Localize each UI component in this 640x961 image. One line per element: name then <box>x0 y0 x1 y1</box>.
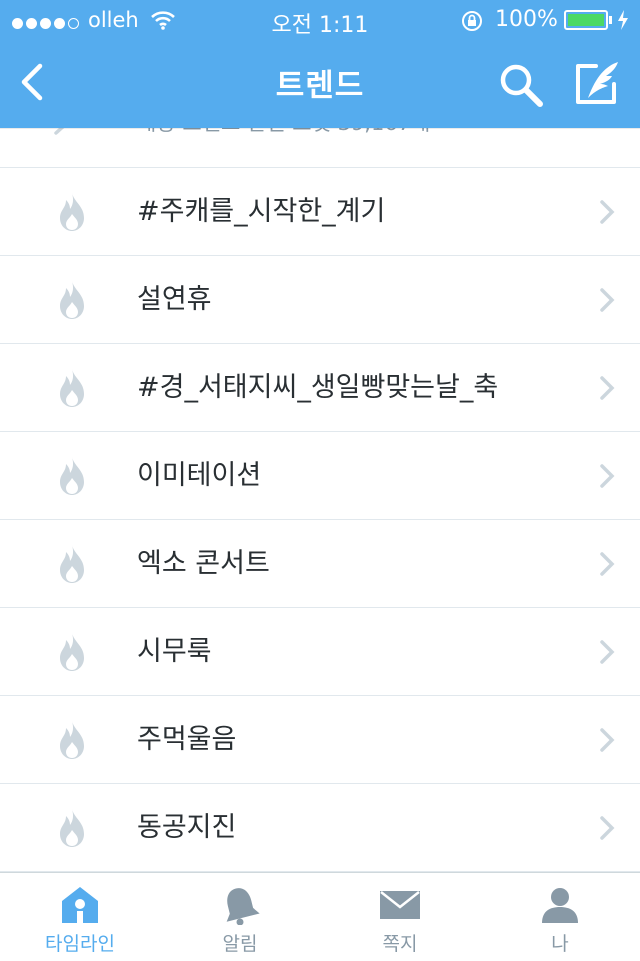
chevron-right-icon <box>600 816 615 840</box>
flame-icon <box>60 281 84 319</box>
compose-tweet-icon[interactable] <box>572 58 624 110</box>
flame-icon <box>60 809 84 847</box>
battery-icon <box>564 10 608 30</box>
tab-notifications[interactable]: 알림 <box>160 873 320 961</box>
tab-label: 알림 <box>222 933 258 955</box>
tab-bar: 타임라인 알림 쪽지 나 <box>0 872 640 960</box>
tab-label: 쪽지 <box>382 933 418 955</box>
trends-list: 해당 트렌드 관련 트윗 39,167개 #주캐를_시작한_계기설연휴#경_서태… <box>0 80 640 872</box>
trend-row[interactable]: 설연휴 <box>0 256 640 344</box>
search-icon[interactable] <box>496 60 548 112</box>
flame-icon <box>60 193 84 231</box>
chevron-right-icon <box>600 376 615 400</box>
battery-nub <box>609 16 612 24</box>
trend-row[interactable]: 시무룩 <box>0 608 640 696</box>
flame-icon <box>60 633 84 671</box>
trend-label: 이미테이션 <box>137 460 262 491</box>
header: olleh 오전 1:11 100% 트렌드 <box>0 0 640 128</box>
tab-timeline[interactable]: 타임라인 <box>0 873 160 961</box>
trend-label: 동공지진 <box>137 812 237 843</box>
chevron-right-icon <box>600 552 615 576</box>
trend-label: #주캐를_시작한_계기 <box>137 196 386 227</box>
battery-percent: 100% <box>495 7 558 32</box>
flame-icon <box>60 369 84 407</box>
chevron-right-icon <box>600 288 615 312</box>
rotation-lock-icon <box>462 11 482 31</box>
person-icon <box>542 888 578 923</box>
flame-icon <box>60 721 84 759</box>
tab-label: 나 <box>551 933 569 955</box>
chevron-right-icon <box>600 200 615 224</box>
flame-icon <box>60 457 84 495</box>
status-bar: olleh 오전 1:11 100% <box>0 0 640 40</box>
trend-label: 주먹울음 <box>137 724 237 755</box>
charging-icon <box>618 10 628 30</box>
trend-label: #경_서태지씨_생일빵맞는날_축 <box>137 372 499 403</box>
chevron-right-icon <box>600 464 615 488</box>
tab-label: 타임라인 <box>45 933 115 955</box>
home-icon <box>62 887 98 923</box>
trend-label: 시무룩 <box>137 636 212 667</box>
trend-row[interactable]: #경_서태지씨_생일빵맞는날_축 <box>0 344 640 432</box>
trend-label: 엑소 콘서트 <box>137 548 270 579</box>
trend-label: 설연휴 <box>137 284 212 315</box>
navigation-bar: 트렌드 <box>0 40 640 128</box>
tab-me[interactable]: 나 <box>480 873 640 961</box>
flame-icon <box>60 545 84 583</box>
tab-messages[interactable]: 쪽지 <box>320 873 480 961</box>
trend-row[interactable]: 엑소 콘서트 <box>0 520 640 608</box>
trend-row[interactable]: 이미테이션 <box>0 432 640 520</box>
trend-row[interactable]: 주먹울음 <box>0 696 640 784</box>
envelope-icon <box>380 891 420 919</box>
trend-row[interactable]: #주캐를_시작한_계기 <box>0 168 640 256</box>
chevron-right-icon <box>600 728 615 752</box>
trend-row[interactable]: 동공지진 <box>0 784 640 872</box>
bell-icon <box>226 888 260 925</box>
chevron-right-icon <box>600 640 615 664</box>
